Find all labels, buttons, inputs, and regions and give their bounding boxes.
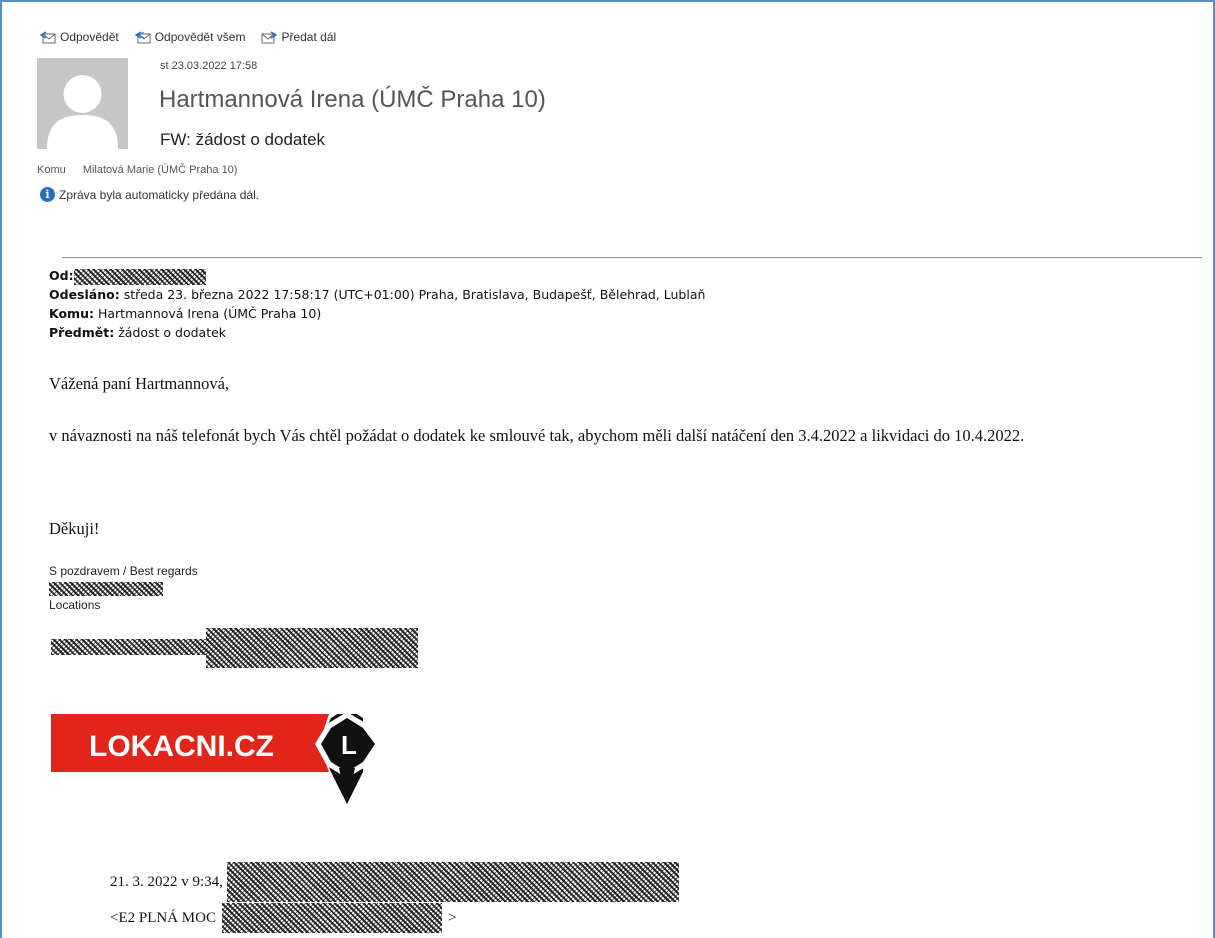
greeting: Vážená paní Hartmannová, — [49, 374, 230, 393]
message-subject: FW: žádost o dodatek — [160, 130, 326, 149]
logo-text: LOKACNI.CZ — [89, 730, 274, 763]
body-paragraph: v návaznosti na náš telefonát bych Vás c… — [49, 426, 1025, 445]
forward-icon — [261, 31, 278, 44]
redacted-sender — [73, 268, 206, 285]
fwd-sent-label: Odesláno: — [49, 287, 120, 302]
info-text: Zpráva byla automaticky předána dál. — [59, 187, 260, 202]
reply-icon — [40, 31, 56, 44]
info-bar[interactable]: i Zpráva byla automaticky předána dál. — [40, 187, 259, 202]
signature: S pozdravem / Best regards Locations — [49, 563, 419, 668]
info-icon: i — [40, 187, 55, 202]
attachment-prefix: <E2 PLNÁ MOC — [110, 909, 216, 926]
fwd-to-row: Komu: Hartmannová Irena (ÚMČ Praha 10) — [49, 304, 705, 323]
reply-all-label: Odpovědět všem — [154, 30, 246, 44]
reply-label: Odpovědět — [60, 30, 119, 44]
logo-mark: L — [341, 730, 357, 760]
to-label: Komu — [37, 164, 66, 176]
redacted-contact-line2 — [206, 628, 419, 668]
fwd-sent-row: Odesláno: středa 23. března 2022 17:58:1… — [49, 285, 705, 304]
window-top-border — [0, 0, 1215, 2]
fwd-subject-label: Předmět: — [49, 325, 115, 340]
thanks: Děkuji! — [49, 519, 100, 538]
company-logo: L LOKACNI.CZ — [51, 708, 391, 804]
attachment-suffix: > — [447, 909, 457, 926]
reply-all-button[interactable]: Odpovědět všem — [134, 30, 246, 44]
message-toolbar: Odpovědět Odpovědět všem Předat dál — [40, 27, 336, 47]
sender-name[interactable]: Hartmannová Irena (ÚMČ Praha 10) — [159, 86, 546, 114]
fwd-subject-row: Předmět: žádost o dodatek — [49, 323, 705, 342]
sender-avatar — [37, 58, 128, 149]
header-divider — [62, 257, 1202, 258]
redacted-signature-name — [49, 581, 163, 596]
signature-company: Locations — [49, 598, 101, 612]
window-left-border — [0, 0, 2, 938]
quoted-date: 21. 3. 2022 v 9:34, — [110, 873, 223, 890]
quoted-line-2: <E2 PLNÁ MOC > — [110, 903, 456, 933]
fwd-from-row: Od: — [49, 266, 705, 285]
forwarded-header: Od: Odesláno: středa 23. března 2022 17:… — [49, 266, 705, 342]
fwd-sent-value: středa 23. března 2022 17:58:17 (UTC+01:… — [123, 287, 706, 302]
recipient-row: Komu Milatová Marie (ÚMČ Praha 10) — [37, 164, 237, 176]
recipient-name[interactable]: Milatová Marie (ÚMČ Praha 10) — [83, 164, 238, 176]
redacted-attachment-name — [221, 903, 442, 933]
fwd-from-label: Od: — [49, 268, 74, 283]
forward-label: Předat dál — [281, 30, 337, 44]
person-silhouette-icon — [47, 75, 118, 149]
reply-all-icon — [134, 31, 151, 44]
lokacni-logo-graphic: L LOKACNI.CZ — [51, 708, 381, 804]
redacted-contact-line1 — [51, 639, 215, 655]
forward-button[interactable]: Předat dál — [261, 30, 336, 44]
fwd-to-label: Komu: — [49, 306, 94, 321]
message-date: st 23.03.2022 17:58 — [160, 60, 258, 72]
quoted-line-1: 21. 3. 2022 v 9:34, — [110, 862, 679, 902]
fwd-subject-value: žádost o dodatek — [118, 325, 227, 340]
redacted-quote-author — [226, 862, 679, 902]
fwd-to-value: Hartmannová Irena (ÚMČ Praha 10) — [97, 306, 322, 321]
signature-regards: S pozdravem / Best regards — [49, 564, 198, 578]
reply-button[interactable]: Odpovědět — [40, 30, 119, 44]
